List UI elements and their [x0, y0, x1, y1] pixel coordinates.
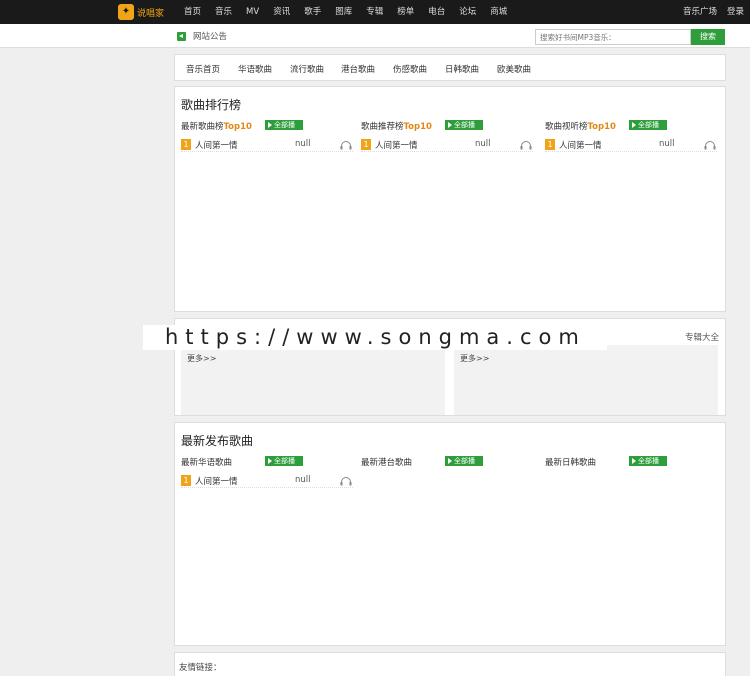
category-bar: 音乐首页 华语歌曲 流行歌曲 港台歌曲 伤感歌曲 日韩歌曲 欧美歌曲: [174, 54, 726, 81]
category-jp-kr[interactable]: 日韩歌曲: [445, 63, 479, 75]
song-artist: null: [295, 475, 311, 485]
main-nav: 首页 音乐 MV 资讯 歌手 图库 专辑 榜单 电台 论坛 商城: [184, 0, 521, 24]
song-name[interactable]: 人间第一情: [375, 139, 418, 151]
speaker-icon: [177, 32, 186, 41]
latest-column: 最新日韩歌曲 全部播: [545, 456, 725, 488]
notice-label[interactable]: 网站公告: [193, 30, 227, 42]
ranking-column: 歌曲视听榜Top10 全部播 1 人间第一情 null: [545, 120, 725, 152]
more-link[interactable]: 更多>>: [460, 353, 489, 364]
nav-gallery[interactable]: 图库: [335, 0, 352, 24]
ranking-column-title: 歌曲视听榜Top10: [545, 122, 616, 132]
latest-column-title: 最新华语歌曲: [181, 458, 233, 468]
song-artist: null: [295, 139, 311, 149]
notice-bar: 网站公告 搜索: [0, 24, 750, 48]
song-row[interactable]: 1 人间第一情 null: [545, 138, 717, 152]
play-all-button[interactable]: 全部播: [445, 120, 483, 130]
rankings-panel: 歌曲排行榜 最新歌曲榜Top10 全部播 1 人间第一情 null 歌曲推荐榜T…: [174, 86, 726, 312]
more-link[interactable]: 更多>>: [187, 353, 216, 364]
song-name[interactable]: 人间第一情: [195, 139, 238, 151]
album-box: 更多>>: [181, 345, 445, 415]
friend-links-label: 友情链接：: [179, 663, 222, 673]
category-home[interactable]: 音乐首页: [186, 63, 220, 75]
song-artist: null: [475, 139, 491, 149]
nav-singers[interactable]: 歌手: [304, 0, 321, 24]
album-box: 更多>>: [454, 345, 718, 415]
nav-charts[interactable]: 榜单: [397, 0, 414, 24]
rank-badge: 1: [545, 139, 555, 150]
play-all-button[interactable]: 全部播: [445, 456, 483, 466]
latest-songs-panel: 最新发布歌曲 最新华语歌曲 全部播 1 人间第一情 null 最新港台歌曲 全部…: [174, 422, 726, 646]
nav-news[interactable]: 资讯: [273, 0, 290, 24]
rank-badge: 1: [181, 475, 191, 486]
category-western[interactable]: 欧美歌曲: [497, 63, 531, 75]
nav-radio[interactable]: 电台: [428, 0, 445, 24]
nav-mv[interactable]: MV: [246, 0, 259, 24]
nav-forum[interactable]: 论坛: [459, 0, 476, 24]
nav-right: 音乐广场 登录: [673, 0, 744, 24]
category-sad[interactable]: 伤感歌曲: [393, 63, 427, 75]
friend-links-panel: 友情链接：: [174, 652, 726, 676]
ranking-column: 歌曲推荐榜Top10 全部播 1 人间第一情 null: [361, 120, 541, 152]
headphone-icon[interactable]: [520, 140, 532, 150]
logo-text: 说唱家: [137, 8, 165, 19]
play-all-button[interactable]: 全部播: [265, 456, 303, 466]
headphone-icon[interactable]: [340, 140, 352, 150]
music-square-link[interactable]: 音乐广场: [683, 0, 717, 24]
play-all-button[interactable]: 全部播: [629, 456, 667, 466]
song-row[interactable]: 1 人间第一情 null: [181, 138, 353, 152]
watermark-text: https://www.songma.com: [143, 325, 607, 350]
nav-music[interactable]: 音乐: [215, 0, 232, 24]
search-input[interactable]: [535, 29, 691, 45]
category-pop[interactable]: 流行歌曲: [290, 63, 324, 75]
top-nav-bar: ✦ 说唱家 首页 音乐 MV 资讯 歌手 图库 专辑 榜单 电台 论坛 商城 音…: [0, 0, 750, 24]
song-row[interactable]: 1 人间第一情 null: [181, 474, 353, 488]
rankings-title: 歌曲排行榜: [181, 98, 242, 112]
latest-songs-title: 最新发布歌曲: [181, 434, 254, 448]
headphone-icon[interactable]: [340, 476, 352, 486]
play-all-button[interactable]: 全部播: [629, 120, 667, 130]
rank-badge: 1: [181, 139, 191, 150]
latest-column-title: 最新日韩歌曲: [545, 458, 597, 468]
nav-home[interactable]: 首页: [184, 0, 201, 24]
login-link[interactable]: 登录: [727, 0, 744, 24]
latest-column: 最新华语歌曲 全部播 1 人间第一情 null: [181, 456, 361, 488]
logo-icon: ✦: [118, 4, 134, 20]
latest-column-title: 最新港台歌曲: [361, 458, 413, 468]
search-button[interactable]: 搜索: [691, 29, 725, 45]
latest-column: 最新港台歌曲 全部播: [361, 456, 541, 488]
album-list-link[interactable]: 专辑大全: [685, 331, 719, 343]
rank-badge: 1: [361, 139, 371, 150]
site-logo[interactable]: ✦ 说唱家: [118, 4, 164, 20]
ranking-column-title: 歌曲推荐榜Top10: [361, 122, 432, 132]
headphone-icon[interactable]: [704, 140, 716, 150]
song-name[interactable]: 人间第一情: [195, 475, 238, 487]
song-artist: null: [659, 139, 675, 149]
category-hk-tw[interactable]: 港台歌曲: [341, 63, 375, 75]
nav-albums[interactable]: 专辑: [366, 0, 383, 24]
category-chinese[interactable]: 华语歌曲: [238, 63, 272, 75]
play-all-button[interactable]: 全部播: [265, 120, 303, 130]
song-row[interactable]: 1 人间第一情 null: [361, 138, 533, 152]
nav-store[interactable]: 商城: [490, 0, 507, 24]
ranking-column-title: 最新歌曲榜Top10: [181, 122, 252, 132]
ranking-column: 最新歌曲榜Top10 全部播 1 人间第一情 null: [181, 120, 361, 152]
song-name[interactable]: 人间第一情: [559, 139, 602, 151]
